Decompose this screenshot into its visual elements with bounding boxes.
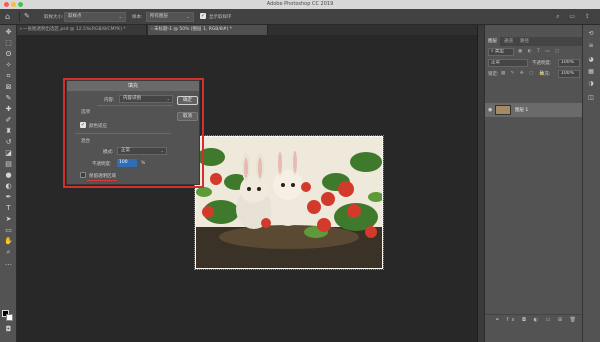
tools-panel: ✥ ⬚ ʘ ✧ ⌗ ⊠ ✎ ✚ ✐ ♜ ↺ ◪ ▤ ● ◐ ✒ T ➤ ▭ ✋ … — [0, 25, 17, 342]
blend-mode-value: 正常 — [491, 60, 500, 65]
adjustments-panel-icon[interactable]: ◑ — [586, 80, 596, 88]
sample-size-select[interactable]: 取样点 ⌄ — [64, 12, 126, 22]
healing-brush-tool-icon[interactable]: ✚ — [3, 105, 14, 114]
layer-opacity-input[interactable]: 100% — [558, 59, 580, 67]
document-image[interactable] — [194, 135, 384, 270]
layer-row[interactable]: ◉ 图层 1 — [485, 103, 583, 117]
home-icon[interactable]: ⌂ — [5, 12, 14, 21]
document-tabs: × 一张图透明出选区.psd @ 12.5%(RGB/8/CMYK) * × 未… — [17, 25, 477, 35]
dialog-highlight-frame — [63, 78, 204, 188]
visibility-eye-icon[interactable]: ◉ — [488, 107, 492, 113]
gradient-tool-icon[interactable]: ▤ — [3, 160, 14, 169]
history-panel-icon[interactable]: ⟲ — [586, 30, 596, 38]
eyedropper-tool-icon[interactable]: ✎ — [24, 12, 30, 20]
layer-kind-filter[interactable]: ⌕ 类型 — [488, 48, 514, 56]
more-tools-icon[interactable]: … — [3, 259, 14, 268]
sample-value: 所有图层 — [150, 14, 168, 19]
tab-layers[interactable]: 图层 — [485, 37, 500, 46]
close-tab-icon[interactable]: × — [150, 25, 154, 35]
sample-size-label: 取样大小: — [44, 15, 64, 20]
hand-tool-icon[interactable]: ✋ — [3, 237, 14, 246]
rabbits-strawberries-illustration — [196, 137, 382, 268]
move-tool-icon[interactable]: ✥ — [3, 28, 14, 37]
sample-select[interactable]: 所有图层 ⌄ — [146, 12, 194, 22]
brush-tool-icon[interactable]: ✐ — [3, 116, 14, 125]
show-ring-label: 显示取样环 — [209, 15, 232, 20]
close-tab-icon[interactable]: × — [19, 25, 23, 35]
swatches-panel-icon[interactable]: ▦ — [586, 68, 596, 76]
blur-tool-icon[interactable]: ● — [3, 171, 14, 180]
fill-label: 填充: — [540, 72, 551, 77]
type-tool-icon[interactable]: T — [3, 204, 14, 213]
crop-tool-icon[interactable]: ⌗ — [3, 72, 14, 81]
lasso-tool-icon[interactable]: ʘ — [3, 50, 14, 59]
path-selection-tool-icon[interactable]: ➤ — [3, 215, 14, 224]
rectangle-tool-icon[interactable]: ▭ — [3, 226, 14, 235]
layer-opacity-label: 不透明度: — [532, 61, 552, 66]
window-title: Adobe Photoshop CC 2019 — [266, 1, 334, 7]
properties-panel-icon[interactable]: ≡ — [586, 42, 596, 50]
marquee-tool-icon[interactable]: ⬚ — [3, 39, 14, 48]
options-bar: ⌂ ✎ 取样大小: 取样点 ⌄ 样本: 所有图层 ⌄ ✓ 显示取样环 ⌕ ▭ ⇪ — [0, 9, 600, 25]
eyedropper-tool-icon[interactable]: ✎ — [3, 94, 14, 103]
layers-panel: 图层 通道 路径 ⌕ 类型 ▣ ◐ T ▭ ▢ 正常 不透明度: 100% 锁定… — [484, 25, 583, 342]
pen-tool-icon[interactable]: ✒ — [3, 193, 14, 202]
blend-mode-select[interactable]: 正常 — [488, 59, 528, 67]
layer-thumbnail — [495, 105, 511, 115]
zoom-tool-icon[interactable]: ⌕ — [3, 248, 14, 257]
show-ring-checkbox[interactable]: ✓ — [200, 13, 206, 19]
chevron-down-icon: ⌄ — [186, 14, 190, 19]
fill-input[interactable]: 100% — [558, 70, 580, 78]
kind-filter-value: 类型 — [494, 49, 504, 54]
layer-name: 图层 1 — [515, 108, 529, 113]
tab-label: 未标题-1 @ 50% (图层 1, RGB/8#) * — [154, 27, 232, 32]
frame-tool-icon[interactable]: ⊠ — [3, 83, 14, 92]
lock-label: 锁定: — [488, 72, 499, 77]
magic-wand-tool-icon[interactable]: ✧ — [3, 61, 14, 70]
dodge-tool-icon[interactable]: ◐ — [3, 182, 14, 191]
quick-mask-icon[interactable]: ◘ — [3, 325, 14, 334]
clone-stamp-tool-icon[interactable]: ♜ — [3, 127, 14, 136]
tab-document-1[interactable]: × 一张图透明出选区.psd @ 12.5%(RGB/8/CMYK) * — [17, 25, 147, 35]
tab-paths[interactable]: 路径 — [517, 37, 532, 46]
eraser-tool-icon[interactable]: ◪ — [3, 149, 14, 158]
layer-filter-icons[interactable]: ▣ ◐ T ▭ ▢ — [518, 49, 561, 54]
tab-document-2[interactable]: × 未标题-1 @ 50% (图层 1, RGB/8#) * — [148, 25, 268, 35]
chevron-down-icon: ⌄ — [118, 14, 122, 19]
tab-label: 一张图透明出选区.psd @ 12.5%(RGB/8/CMYK) * — [23, 27, 126, 32]
background-color-swatch[interactable] — [6, 314, 13, 321]
layers-panel-footer-icons[interactable]: ⚭ fx ◘ ◐ ▭ ⊞ 🗑 — [485, 314, 583, 324]
sample-size-value: 取样点 — [68, 14, 82, 19]
sample-label: 样本: — [132, 15, 143, 20]
tab-channels[interactable]: 通道 — [501, 37, 516, 46]
workspace-icons[interactable]: ⌕ ▭ ⇪ — [556, 13, 594, 21]
window-titlebar: Adobe Photoshop CC 2019 — [0, 0, 600, 9]
layers-panel-tabs: 图层 通道 路径 — [485, 37, 583, 46]
history-brush-tool-icon[interactable]: ↺ — [3, 138, 14, 147]
color-panel-icon[interactable]: ◕ — [586, 56, 596, 64]
divider — [19, 12, 20, 22]
layers-panel-icon[interactable]: ◫ — [586, 94, 596, 102]
